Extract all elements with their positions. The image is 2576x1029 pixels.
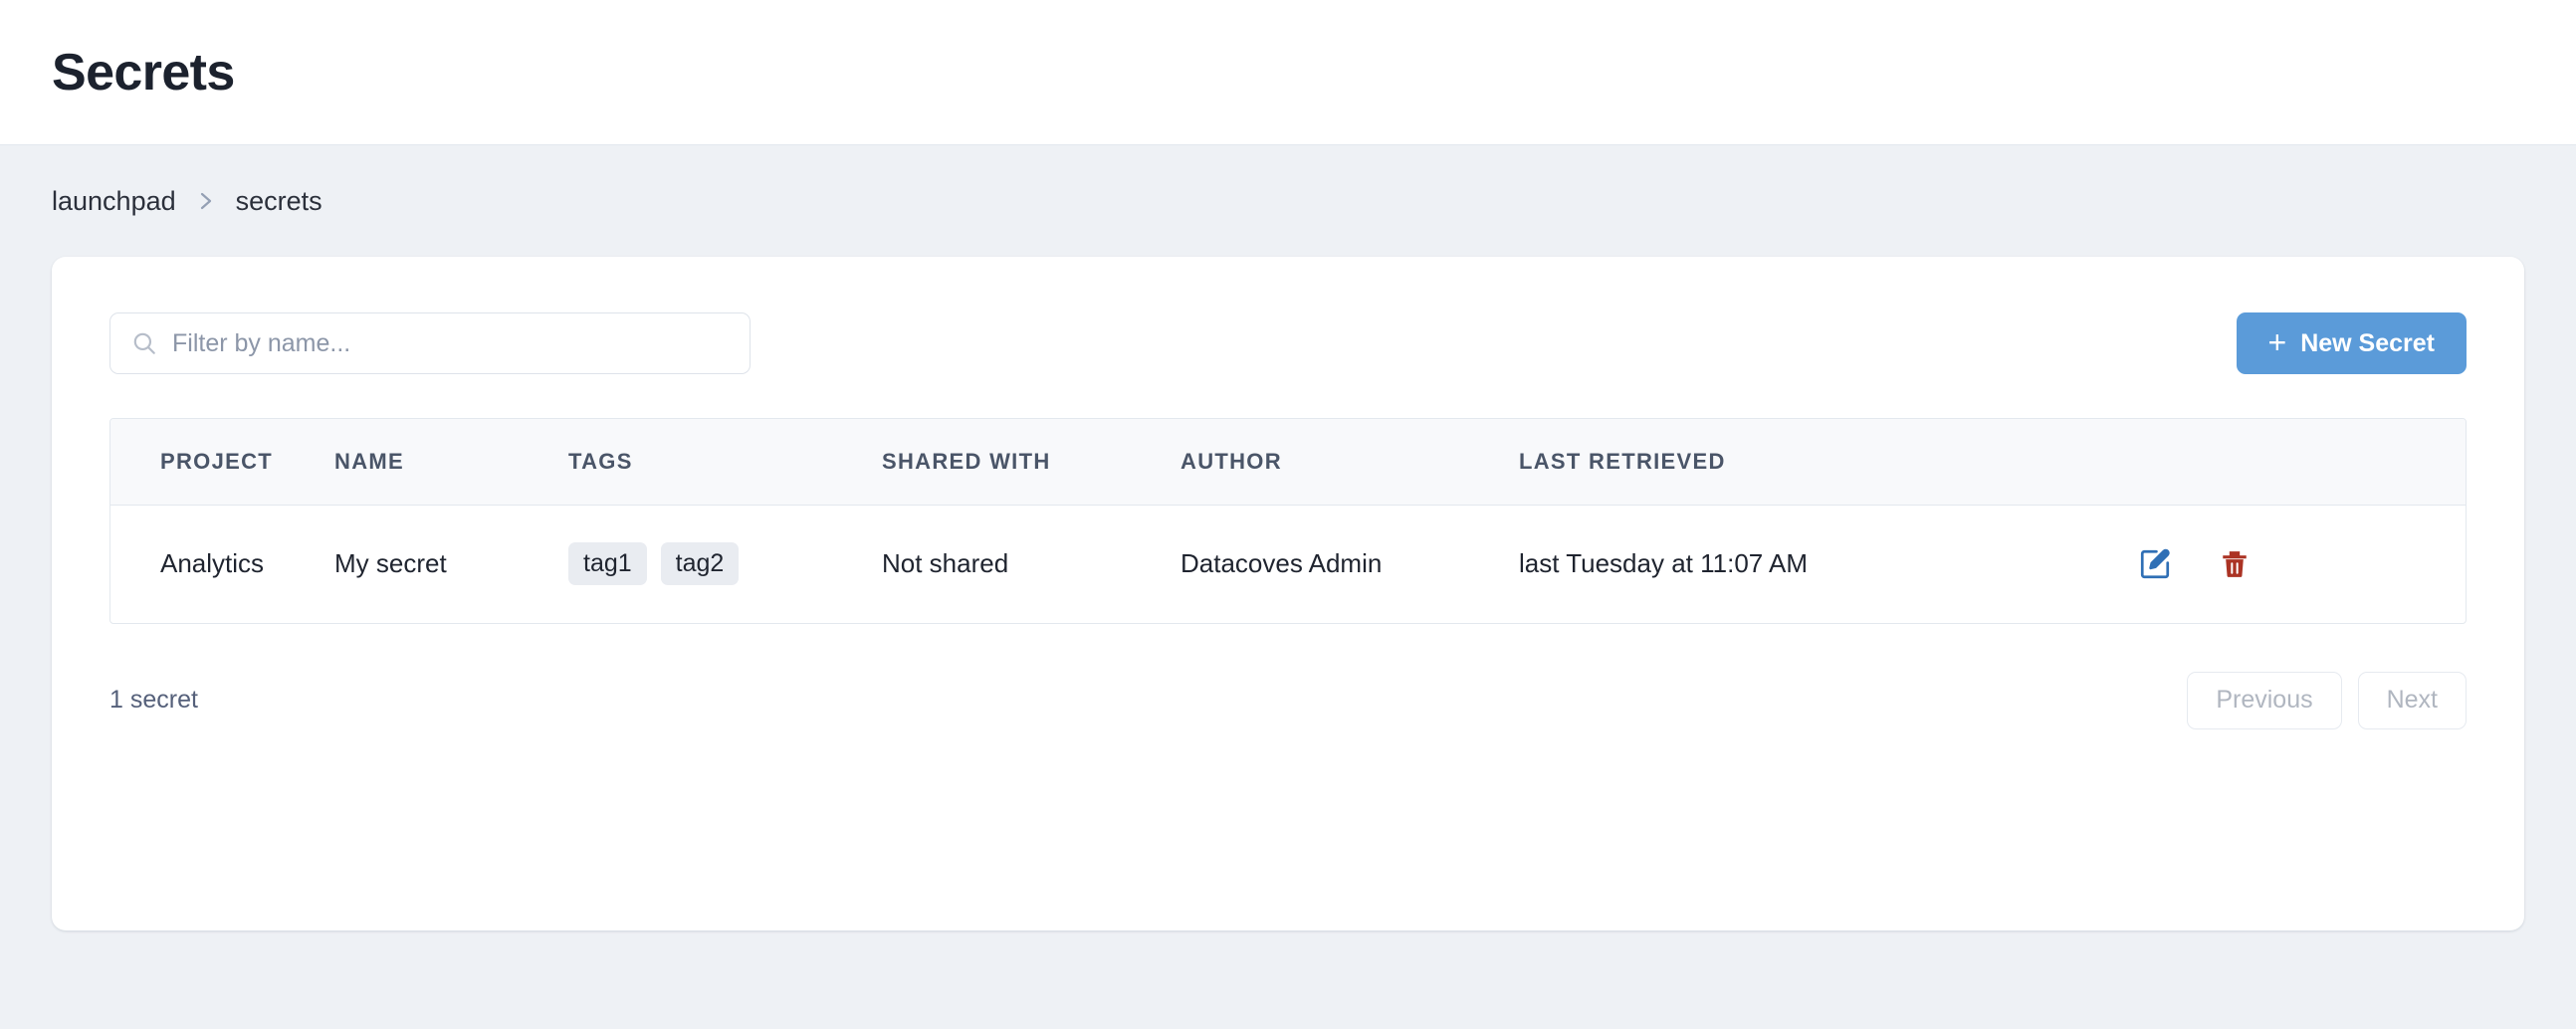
breadcrumb: launchpad secrets (0, 145, 2576, 257)
cell-name: My secret (334, 548, 447, 579)
breadcrumb-item-secrets[interactable]: secrets (236, 187, 322, 215)
row-actions (2137, 546, 2466, 582)
cell-last-retrieved: last Tuesday at 11:07 AM (1519, 548, 1809, 579)
table-row[interactable]: Analytics My secret tag1 tag2 Not shared… (110, 506, 2466, 623)
next-page-button[interactable]: Next (2357, 671, 2467, 729)
tag-chip: tag2 (660, 542, 740, 586)
column-header-actions (2137, 419, 2466, 506)
result-count-label: 1 secret (109, 686, 198, 714)
table-body: Analytics My secret tag1 tag2 Not shared… (110, 506, 2466, 623)
new-secret-button[interactable]: + New Secret (2236, 312, 2467, 374)
trash-icon (2219, 548, 2251, 580)
chevron-right-icon (198, 189, 214, 213)
tag-list: tag1 tag2 (568, 542, 882, 586)
plus-icon: + (2267, 323, 2287, 360)
edit-secret-button[interactable] (2137, 546, 2173, 582)
delete-secret-button[interactable] (2217, 546, 2253, 582)
secrets-card: + New Secret PROJECT NAME TAGS SHARED WI… (52, 257, 2524, 930)
column-header-name: NAME (334, 419, 568, 506)
search-field-wrapper (109, 312, 751, 374)
column-header-shared-with: SHARED WITH (882, 419, 1181, 506)
table-toolbar: + New Secret (109, 312, 2467, 374)
table-header: PROJECT NAME TAGS SHARED WITH AUTHOR LAS… (110, 419, 2466, 506)
table-footer: 1 secret Previous Next (109, 671, 2467, 729)
tag-chip: tag1 (568, 542, 647, 586)
cell-actions (2137, 506, 2466, 623)
cell-tags: tag1 tag2 (568, 506, 882, 623)
pagination: Previous Next (2187, 671, 2467, 729)
cell-shared-with: Not shared (882, 548, 1009, 579)
page-title: Secrets (52, 43, 235, 102)
table-header-row: PROJECT NAME TAGS SHARED WITH AUTHOR LAS… (110, 419, 2466, 506)
column-header-project: PROJECT (110, 419, 334, 506)
column-header-tags: TAGS (568, 419, 882, 506)
column-header-author: AUTHOR (1181, 419, 1519, 506)
cell-author: Datacoves Admin (1181, 548, 1383, 579)
new-secret-button-label: New Secret (2300, 328, 2435, 357)
edit-pencil-icon (2138, 547, 2172, 581)
breadcrumb-item-launchpad[interactable]: launchpad (52, 187, 176, 215)
previous-page-button[interactable]: Previous (2187, 671, 2342, 729)
secrets-table-wrapper: PROJECT NAME TAGS SHARED WITH AUTHOR LAS… (109, 418, 2467, 624)
search-input[interactable] (109, 312, 751, 374)
page-header: Secrets (0, 0, 2576, 145)
secrets-table: PROJECT NAME TAGS SHARED WITH AUTHOR LAS… (110, 419, 2466, 623)
column-header-last-retrieved: LAST RETRIEVED (1519, 419, 2137, 506)
cell-project: Analytics (160, 548, 265, 579)
